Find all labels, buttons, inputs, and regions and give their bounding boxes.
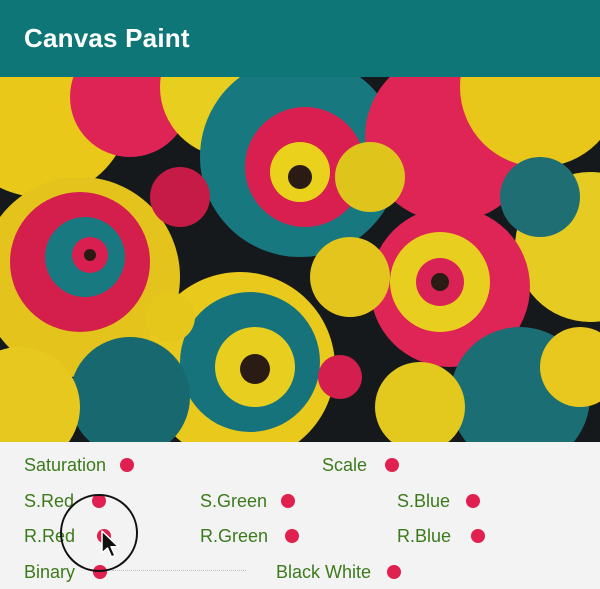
r-red-slider-thumb[interactable] bbox=[97, 529, 112, 543]
rose-photo bbox=[0, 77, 600, 442]
s-green-slider-thumb[interactable] bbox=[281, 494, 296, 508]
s-green-label: S.Green bbox=[200, 490, 268, 511]
s-blue-slider-thumb[interactable] bbox=[466, 494, 481, 508]
binary-control[interactable]: Binary bbox=[24, 560, 108, 584]
black-white-control[interactable]: Black White bbox=[276, 560, 402, 584]
saturation-control[interactable]: Saturation bbox=[24, 453, 135, 477]
binary-slider-track[interactable] bbox=[112, 570, 246, 571]
app-window: Canvas Paint Saturation Scale S.Red S.Gr… bbox=[0, 0, 600, 589]
r-green-slider-thumb[interactable] bbox=[285, 529, 300, 543]
s-blue-label: S.Blue bbox=[397, 490, 451, 511]
scale-control[interactable]: Scale bbox=[322, 453, 400, 477]
app-title: Canvas Paint bbox=[24, 23, 190, 53]
scale-label: Scale bbox=[322, 454, 368, 475]
r-blue-label: R.Blue bbox=[397, 525, 452, 546]
s-red-slider-thumb[interactable] bbox=[92, 494, 107, 508]
saturation-slider-thumb[interactable] bbox=[120, 458, 135, 472]
scale-slider-thumb[interactable] bbox=[385, 458, 400, 472]
s-green-control[interactable]: S.Green bbox=[200, 489, 296, 513]
r-blue-slider-thumb[interactable] bbox=[471, 529, 486, 543]
app-bar: Canvas Paint bbox=[0, 0, 600, 77]
r-red-label: R.Red bbox=[24, 525, 76, 546]
r-red-control[interactable]: R.Red bbox=[24, 524, 112, 548]
r-green-label: R.Green bbox=[200, 525, 269, 546]
r-green-control[interactable]: R.Green bbox=[200, 524, 300, 548]
r-blue-control[interactable]: R.Blue bbox=[397, 524, 486, 548]
binary-slider-thumb[interactable] bbox=[93, 565, 108, 579]
black-white-slider-thumb[interactable] bbox=[387, 565, 402, 579]
s-blue-control[interactable]: S.Blue bbox=[397, 489, 481, 513]
binary-label: Binary bbox=[24, 561, 76, 582]
saturation-label: Saturation bbox=[24, 454, 107, 475]
s-red-control[interactable]: S.Red bbox=[24, 489, 107, 513]
black-white-label: Black White bbox=[276, 561, 372, 582]
s-red-label: S.Red bbox=[24, 490, 75, 511]
canvas-image bbox=[0, 77, 600, 442]
